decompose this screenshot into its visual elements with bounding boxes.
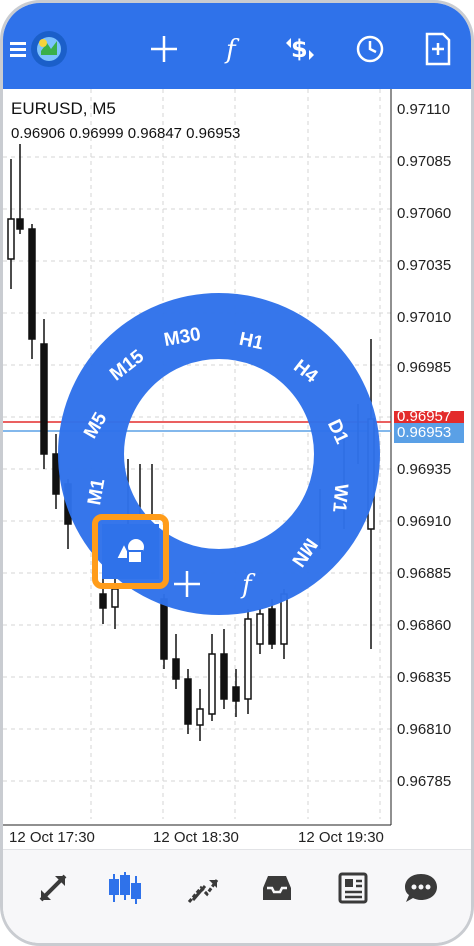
phone-frame: f $ EURUSD, M5 0.96906 0.96999 0.96847 0… bbox=[0, 0, 474, 946]
svg-text:f: f bbox=[224, 35, 240, 64]
trade-dollar-icon[interactable]: $ bbox=[278, 27, 322, 71]
chart-area[interactable]: EURUSD, M5 0.96906 0.96999 0.96847 0.969… bbox=[3, 89, 474, 849]
svg-text:f: f bbox=[240, 570, 256, 599]
svg-text:$: $ bbox=[291, 35, 308, 63]
bottom-navigation bbox=[3, 849, 471, 943]
objects-button[interactable] bbox=[102, 524, 159, 579]
crosshair-icon[interactable] bbox=[142, 27, 186, 71]
chat-icon[interactable] bbox=[397, 864, 445, 912]
candlestick-icon[interactable] bbox=[101, 864, 149, 912]
newspaper-icon[interactable] bbox=[328, 864, 376, 912]
function-icon[interactable]: f bbox=[211, 27, 255, 71]
shapes-icon bbox=[113, 538, 144, 564]
radial-menu[interactable] bbox=[3, 89, 474, 849]
arrows-quotes-icon[interactable] bbox=[29, 864, 77, 912]
clock-icon[interactable] bbox=[348, 27, 392, 71]
metatrader-logo-icon[interactable] bbox=[27, 27, 71, 71]
add-document-icon[interactable] bbox=[416, 27, 460, 71]
radial-function-icon[interactable]: f bbox=[227, 562, 271, 606]
top-toolbar: f $ bbox=[3, 3, 471, 89]
inbox-icon[interactable] bbox=[253, 864, 301, 912]
radial-crosshair-icon[interactable] bbox=[165, 562, 209, 606]
timeframe-w1[interactable]: W1 bbox=[327, 483, 351, 513]
timeframe-h1[interactable]: H1 bbox=[237, 329, 265, 356]
trend-icon[interactable] bbox=[179, 864, 227, 912]
timeframe-m1[interactable]: M1 bbox=[84, 477, 110, 507]
